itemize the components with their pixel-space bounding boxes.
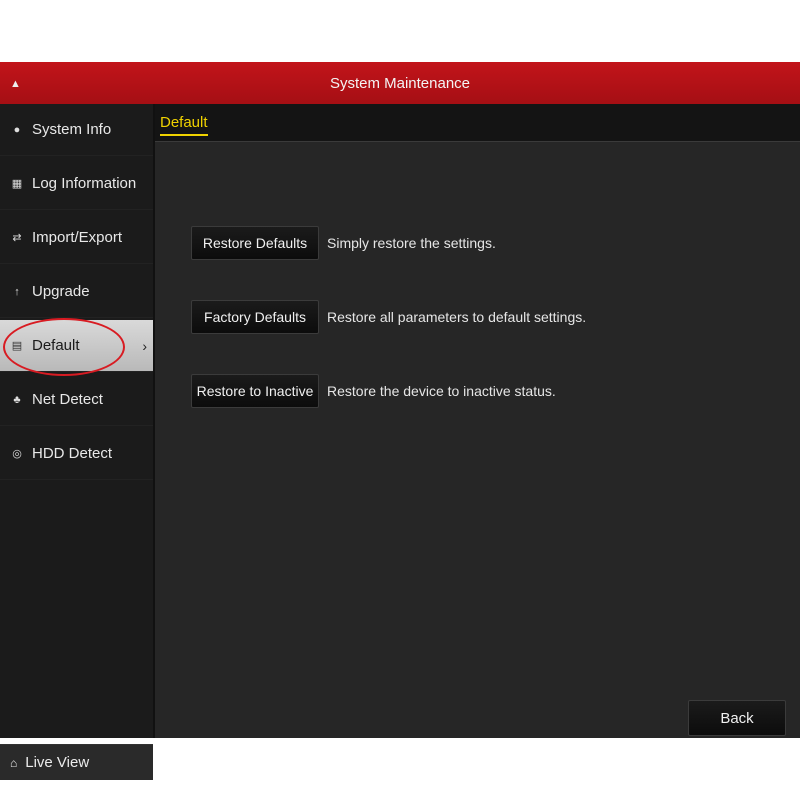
window-title: System Maintenance: [329, 74, 471, 92]
sidebar-item-label: System Info: [32, 121, 112, 138]
sidebar-item-import-export[interactable]: ⇄ Import/Export: [0, 212, 153, 264]
hdd-icon: ◎: [12, 448, 22, 460]
tab-default[interactable]: Default: [160, 114, 208, 136]
mouse-cursor-icon: ▲: [10, 78, 21, 90]
sidebar-item-upgrade[interactable]: ↑ Upgrade: [0, 266, 153, 318]
sidebar-item-label: Default: [32, 337, 80, 354]
default-icon: ▤: [11, 340, 23, 352]
log-icon: ▦: [11, 178, 23, 190]
sidebar-item-hdd-detect[interactable]: ◎ HDD Detect: [0, 428, 153, 480]
sidebar-item-log-information[interactable]: ▦ Log Information: [0, 158, 153, 210]
factory-defaults-description: Restore all parameters to default settin…: [327, 309, 587, 325]
import-export-icon: ⇄: [12, 232, 22, 244]
live-view-button[interactable]: ⌂ Live View: [0, 744, 153, 780]
sidebar-item-label: Upgrade: [32, 283, 90, 300]
restore-defaults-button[interactable]: Restore Defaults: [191, 226, 319, 260]
system-maintenance-window: ▲ System Maintenance ● System Info ▦ Log…: [0, 62, 800, 780]
info-circle-icon: ●: [13, 123, 21, 136]
sidebar-item-system-info[interactable]: ● System Info: [0, 104, 153, 156]
home-icon: ⌂: [10, 755, 18, 770]
main-panel: Default Restore Defaults Simply restore …: [155, 104, 800, 738]
live-view-label: Live View: [25, 754, 90, 771]
tab-bar: Default: [155, 104, 800, 142]
restore-defaults-description: Simply restore the settings.: [327, 235, 496, 251]
title-bar: ▲ System Maintenance: [0, 62, 800, 104]
upgrade-arrow-icon: ↑: [14, 285, 20, 298]
sidebar-item-label: Import/Export: [32, 229, 123, 246]
network-icon: ♣: [13, 393, 21, 406]
restore-to-inactive-button[interactable]: Restore to Inactive: [191, 374, 319, 408]
factory-defaults-button[interactable]: Factory Defaults: [191, 300, 319, 334]
restore-to-inactive-description: Restore the device to inactive status.: [327, 383, 556, 399]
sidebar: ● System Info ▦ Log Information ⇄ Import…: [0, 104, 155, 780]
chevron-right-icon: ›: [142, 337, 147, 354]
sidebar-item-label: HDD Detect: [32, 445, 113, 462]
sidebar-item-label: Log Information: [32, 175, 137, 192]
back-button[interactable]: Back: [688, 700, 786, 736]
sidebar-item-default[interactable]: ▤ Default ›: [0, 320, 153, 372]
sidebar-item-net-detect[interactable]: ♣ Net Detect: [0, 374, 153, 426]
sidebar-item-label: Net Detect: [32, 391, 103, 408]
